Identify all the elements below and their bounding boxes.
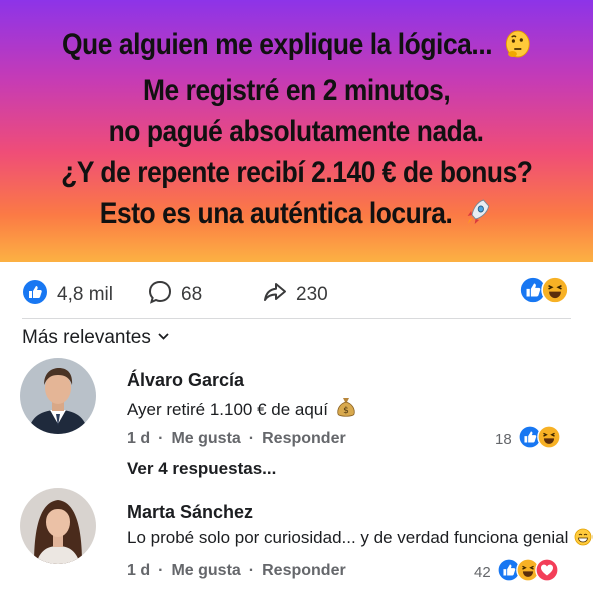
haha-icon [536, 425, 561, 453]
svg-text:$: $ [343, 406, 349, 416]
avatar[interactable] [20, 358, 96, 434]
shares-count: 230 [296, 284, 328, 305]
post-stats: 4,8 mil 68 230 [0, 262, 593, 320]
grin-emoji-icon [574, 528, 592, 551]
comment-time[interactable]: 1 d [127, 430, 150, 448]
chevron-down-icon [157, 327, 170, 349]
headline-line-3: no pagué absolutamente nada. [109, 114, 484, 148]
commenter-name[interactable]: Álvaro García [127, 370, 244, 391]
like-button[interactable]: 4,8 mil [22, 279, 113, 311]
like-link[interactable]: Me gusta [171, 562, 240, 580]
love-icon [534, 558, 559, 586]
reaction-count: 42 [474, 563, 491, 581]
reply-link[interactable]: Responder [262, 430, 346, 448]
comment-reactions[interactable]: 42 [474, 558, 559, 586]
headline-line-4: ¿Y de repente recibí 2.140 € de bonus? [60, 155, 533, 189]
comment-icon [147, 279, 173, 311]
rocket-emoji-icon [465, 196, 493, 239]
like-link[interactable]: Me gusta [171, 430, 240, 448]
comment-text: Lo probé solo por curiosidad... y de ver… [127, 528, 569, 547]
comment-button[interactable]: 68 [147, 279, 202, 311]
haha-icon [541, 276, 569, 310]
avatar[interactable] [20, 488, 96, 564]
commenter-name[interactable]: Marta Sánchez [127, 502, 253, 523]
sort-label: Más relevantes [22, 327, 151, 348]
comment-time[interactable]: 1 d [127, 562, 150, 580]
share-icon [262, 279, 288, 311]
post-reactions[interactable] [519, 276, 569, 310]
headline-line-1: Que alguien me explique la lógica... [62, 27, 493, 61]
likes-count: 4,8 mil [57, 284, 113, 305]
stats-divider [22, 318, 571, 319]
money-bag-icon: $ [336, 396, 356, 423]
sort-dropdown[interactable]: Más relevantes [22, 327, 170, 349]
comment-text: Ayer retiré 1.100 € de aquí [127, 400, 328, 419]
comment-reactions[interactable]: 18 [495, 425, 561, 453]
like-icon [22, 279, 48, 311]
share-button[interactable]: 230 [262, 279, 328, 311]
headline-line-5: Esto es una auténtica locura. [100, 196, 453, 230]
post-banner: Que alguien me explique la lógica... Me … [0, 0, 593, 262]
reaction-count: 18 [495, 430, 512, 448]
reply-link[interactable]: Responder [262, 562, 346, 580]
view-replies-link[interactable]: Ver 4 respuestas... [127, 459, 276, 479]
comments-count: 68 [181, 284, 203, 305]
headline-line-2: Me registré en 2 minutos, [142, 73, 451, 107]
thinking-emoji-icon [504, 29, 530, 70]
